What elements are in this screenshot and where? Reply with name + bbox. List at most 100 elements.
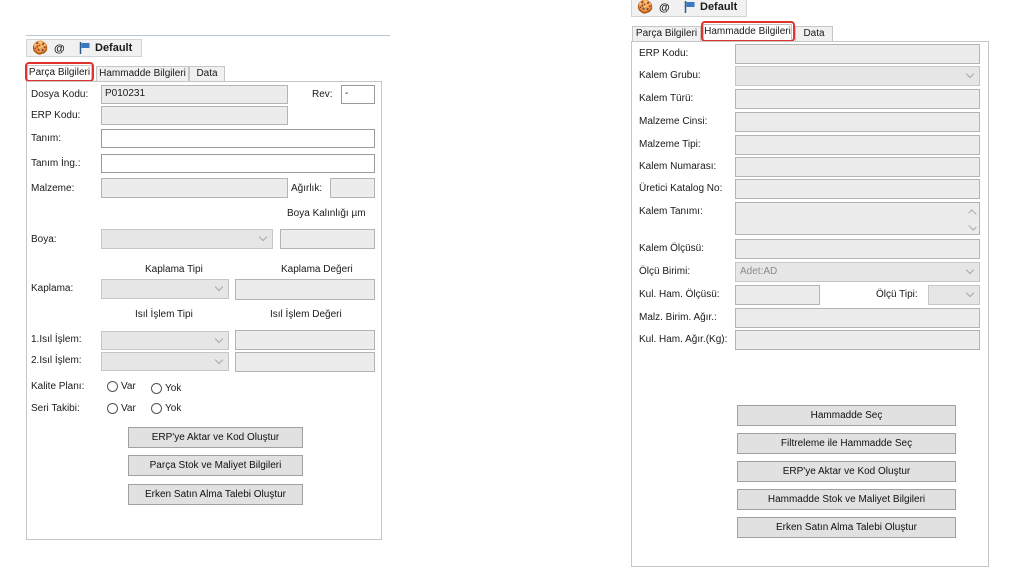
- label-olcu-tipi: Ölçü Tipi:: [876, 289, 918, 300]
- filtreleme-hammadde-sec-button[interactable]: Filtreleme ile Hammadde Seç: [737, 433, 956, 454]
- label-kalem-turu: Kalem Türü:: [639, 93, 694, 104]
- label-kaplama: Kaplama:: [31, 283, 74, 294]
- boya-kalinligi-field[interactable]: [280, 229, 375, 249]
- hammadde-sec-button[interactable]: Hammadde Seç: [737, 405, 956, 426]
- tab-data[interactable]: Data: [795, 26, 833, 41]
- label-uretici-katalog-no: Üretici Katalog No:: [639, 183, 723, 194]
- kalem-numarasi-field[interactable]: [735, 157, 980, 177]
- chevron-down-icon: [214, 334, 224, 343]
- tab-parca-bilgileri[interactable]: Parça Bilgileri: [632, 26, 701, 41]
- chevron-down-icon: [214, 355, 224, 364]
- chevron-down-icon: [214, 282, 224, 292]
- label-malz-birim-agir: Malz. Birim. Ağır.:: [639, 312, 717, 323]
- label-seri-takibi: Seri Takibi:: [31, 403, 80, 414]
- label-tanim: Tanım:: [31, 133, 62, 144]
- label-kalem-olcusu: Kalem Ölçüsü:: [639, 243, 705, 254]
- malz-birim-agir-field[interactable]: [735, 308, 980, 328]
- isil-islem-2-value-field[interactable]: [235, 352, 375, 372]
- at-icon[interactable]: @: [659, 1, 670, 15]
- tab-hammadde-bilgileri[interactable]: Hammadde Bilgileri: [96, 66, 189, 81]
- tab-data[interactable]: Data: [189, 66, 225, 81]
- kalite-plani-var-radio[interactable]: [107, 381, 118, 392]
- seri-takibi-yok-radio[interactable]: [151, 403, 162, 414]
- erken-satin-alma-button[interactable]: Erken Satın Alma Talebi Oluştur: [737, 517, 956, 538]
- profile-label[interactable]: Default: [95, 42, 132, 54]
- label-agirlik: Ağırlık:: [291, 183, 323, 194]
- kalem-turu-field[interactable]: [735, 89, 980, 109]
- scroll-down-icon[interactable]: [968, 222, 977, 231]
- kalem-olcusu-field[interactable]: [735, 239, 980, 259]
- erp-aktar-button[interactable]: ERP'ye Aktar ve Kod Oluştur: [737, 461, 956, 482]
- label-tanim-ing: Tanım İng.:: [31, 158, 81, 169]
- label-boya: Boya:: [31, 234, 57, 245]
- dosya-kodu-value: P010231: [105, 88, 146, 99]
- erp-aktar-button[interactable]: ERP'ye Aktar ve Kod Oluştur: [128, 427, 303, 448]
- kul-ham-olcusu-field[interactable]: [735, 285, 820, 305]
- tanim-ing-field[interactable]: [101, 154, 375, 173]
- kalite-plani-yok-radio[interactable]: [151, 383, 162, 394]
- uretici-katalog-no-field[interactable]: [735, 179, 980, 199]
- left-toolbar: 🍪 @ Default: [26, 39, 142, 57]
- right-toolbar: 🍪 @ Default: [631, 0, 747, 17]
- boya-select[interactable]: [101, 229, 273, 249]
- label-kul-ham-agir: Kul. Ham. Ağır.(Kg):: [639, 334, 728, 345]
- label-isil-islem-tipi: Isıl İşlem Tipi: [135, 309, 193, 320]
- isil-islem-2-select[interactable]: [101, 352, 229, 371]
- flag-icon[interactable]: [79, 42, 91, 54]
- flag-icon[interactable]: [684, 1, 696, 13]
- seri-takibi-yok-label: Yok: [165, 403, 182, 414]
- tanim-field[interactable]: [101, 129, 375, 148]
- label-malzeme: Malzeme:: [31, 183, 75, 194]
- sticker-icon[interactable]: 🍪: [32, 41, 48, 55]
- label-kaplama-tipi: Kaplama Tipi: [145, 264, 203, 275]
- parca-stok-maliyet-button[interactable]: Parça Stok ve Maliyet Bilgileri: [128, 455, 303, 476]
- label-boya-kalinligi: Boya Kalınlığı µm: [287, 208, 366, 219]
- agirlik-field[interactable]: [330, 178, 375, 198]
- dosya-kodu-field[interactable]: P010231: [101, 85, 288, 104]
- kalem-grubu-select[interactable]: [735, 66, 980, 86]
- label-isil-islem-1: 1.Isıl İşlem:: [31, 334, 82, 345]
- malzeme-cinsi-field[interactable]: [735, 112, 980, 132]
- chevron-down-icon: [965, 265, 975, 275]
- kul-ham-agir-field[interactable]: [735, 330, 980, 350]
- tab-highlight: [701, 21, 795, 42]
- olcu-birimi-select[interactable]: Adet:AD: [735, 262, 980, 282]
- malzeme-field[interactable]: [101, 178, 288, 198]
- malzeme-tipi-field[interactable]: [735, 135, 980, 155]
- erp-kodu-field[interactable]: [735, 44, 980, 64]
- profile-label[interactable]: Default: [700, 1, 737, 13]
- olcu-birimi-value: Adet:AD: [740, 266, 778, 277]
- label-malzeme-cinsi: Malzeme Cinsi:: [639, 116, 708, 127]
- isil-islem-1-value-field[interactable]: [235, 330, 375, 350]
- chevron-down-icon: [965, 288, 975, 298]
- chevron-down-icon: [965, 69, 975, 79]
- kaplama-degeri-field[interactable]: [235, 279, 375, 300]
- top-divider: [26, 35, 390, 36]
- erken-satin-alma-button[interactable]: Erken Satın Alma Talebi Oluştur: [128, 484, 303, 505]
- isil-islem-1-select[interactable]: [101, 331, 229, 350]
- label-rev: Rev:: [312, 89, 333, 100]
- kalite-plani-var-label: Var: [121, 381, 136, 392]
- scroll-up-icon[interactable]: [968, 209, 977, 218]
- chevron-down-icon: [258, 232, 268, 242]
- seri-takibi-var-radio[interactable]: [107, 403, 118, 414]
- rev-value: -: [345, 88, 349, 99]
- label-erp-kodu: ERP Kodu:: [31, 110, 81, 121]
- hammadde-stok-maliyet-button[interactable]: Hammadde Stok ve Maliyet Bilgileri: [737, 489, 956, 510]
- kalite-plani-yok-label: Yok: [165, 383, 182, 394]
- label-kalite-plani: Kalite Planı:: [31, 381, 85, 392]
- label-kalem-grubu: Kalem Grubu:: [639, 70, 701, 81]
- kalem-tanimi-textarea[interactable]: [735, 202, 980, 235]
- olcu-tipi-select[interactable]: [928, 285, 980, 305]
- label-olcu-birimi: Ölçü Birimi:: [639, 266, 691, 277]
- seri-takibi-var-label: Var: [121, 403, 136, 414]
- kaplama-tipi-select[interactable]: [101, 279, 229, 299]
- label-isil-islem-degeri: Isıl İşlem Değeri: [270, 309, 342, 320]
- at-icon[interactable]: @: [54, 42, 65, 56]
- label-kalem-numarasi: Kalem Numarası:: [639, 161, 717, 172]
- erp-kodu-field[interactable]: [101, 106, 288, 125]
- sticker-icon[interactable]: 🍪: [637, 0, 653, 14]
- tab-highlight: [25, 62, 94, 82]
- label-kalem-tanimi: Kalem Tanımı:: [639, 206, 703, 217]
- rev-field[interactable]: -: [341, 85, 375, 104]
